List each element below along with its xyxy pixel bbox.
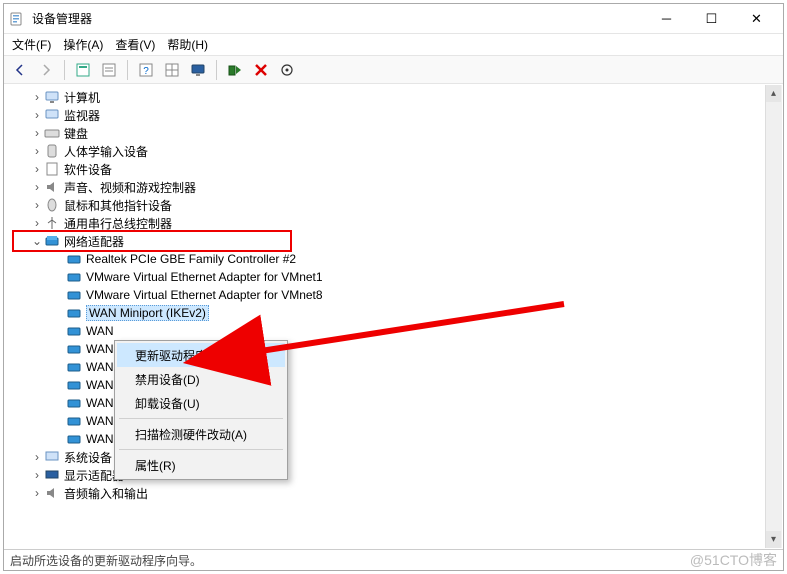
- nic-icon: [66, 377, 82, 393]
- tree-item-hid[interactable]: ›人体学输入设备: [4, 142, 783, 160]
- toolbar: ?: [4, 56, 783, 84]
- maximize-button[interactable]: ☐: [689, 5, 734, 33]
- close-button[interactable]: ✕: [734, 5, 779, 33]
- tree-item-sound[interactable]: ›声音、视频和游戏控制器: [4, 178, 783, 196]
- audio-icon: [44, 485, 60, 501]
- update-button[interactable]: [223, 58, 247, 82]
- nic-icon: [66, 341, 82, 357]
- svg-text:?: ?: [143, 66, 149, 77]
- tree-item-audio[interactable]: ›音频输入和输出: [4, 484, 783, 502]
- nic-icon: [66, 323, 82, 339]
- tree-item-computer[interactable]: ›计算机: [4, 88, 783, 106]
- usb-icon: [44, 215, 60, 231]
- monitor-button[interactable]: [186, 58, 210, 82]
- sound-icon: [44, 179, 60, 195]
- watermark: @51CTO博客: [690, 550, 777, 570]
- menu-help[interactable]: 帮助(H): [167, 36, 208, 53]
- tree-item-vmnet8[interactable]: VMware Virtual Ethernet Adapter for VMne…: [4, 286, 783, 304]
- context-separator: [119, 449, 283, 450]
- grid-button[interactable]: [160, 58, 184, 82]
- toolbar-separator: [216, 60, 217, 80]
- menubar: 文件(F) 操作(A) 查看(V) 帮助(H): [4, 34, 783, 56]
- display-icon: [44, 467, 60, 483]
- status-text: 启动所选设备的更新驱动程序向导。: [10, 552, 202, 569]
- tree-item-wan-ikev2[interactable]: WAN Miniport (IKEv2): [4, 304, 783, 322]
- status-bar: 启动所选设备的更新驱动程序向导。: [4, 550, 783, 570]
- tree-item-usb[interactable]: ›通用串行总线控制器: [4, 214, 783, 232]
- menu-view[interactable]: 查看(V): [115, 36, 155, 53]
- forward-button[interactable]: [34, 58, 58, 82]
- toolbar-separator: [127, 60, 128, 80]
- context-item-disable[interactable]: 禁用设备(D): [117, 367, 285, 391]
- system-icon: [44, 449, 60, 465]
- window-title: 设备管理器: [28, 10, 644, 27]
- tree-item-monitor[interactable]: ›监视器: [4, 106, 783, 124]
- context-separator: [119, 418, 283, 419]
- minimize-button[interactable]: ─: [644, 5, 689, 33]
- mouse-icon: [44, 197, 60, 213]
- nic-icon: [66, 287, 82, 303]
- scroll-up-button[interactable]: ▴: [766, 85, 781, 102]
- help-icon-button[interactable]: ?: [134, 58, 158, 82]
- context-item-properties[interactable]: 属性(R): [117, 453, 285, 477]
- client-area: ›计算机 ›监视器 ›键盘 ›人体学输入设备 ›软件设备 ›声音、视频和游戏控制…: [4, 84, 783, 550]
- nic-icon: [66, 305, 82, 321]
- context-item-update-driver[interactable]: 更新驱动程序(P): [117, 343, 285, 367]
- keyboard-icon: [44, 125, 60, 141]
- computer-icon: [44, 89, 60, 105]
- tree-item-keyboard[interactable]: ›键盘: [4, 124, 783, 142]
- vertical-scrollbar[interactable]: ▴ ▾: [765, 85, 782, 548]
- nic-icon: [66, 359, 82, 375]
- tree-item-network[interactable]: ⌄网络适配器: [4, 232, 783, 250]
- nic-icon: [66, 431, 82, 447]
- tree-item-mouse[interactable]: ›鼠标和其他指针设备: [4, 196, 783, 214]
- tree-item-vmnet1[interactable]: VMware Virtual Ethernet Adapter for VMne…: [4, 268, 783, 286]
- scan-button[interactable]: [275, 58, 299, 82]
- context-item-scan[interactable]: 扫描检测硬件改动(A): [117, 422, 285, 446]
- nic-icon: [66, 269, 82, 285]
- menu-file[interactable]: 文件(F): [12, 36, 51, 53]
- nic-icon: [66, 413, 82, 429]
- scroll-down-button[interactable]: ▾: [766, 531, 781, 548]
- nic-icon: [66, 251, 82, 267]
- app-icon: [8, 11, 24, 27]
- tree-item-wan1[interactable]: WAN: [4, 322, 783, 340]
- tree-item-realtek[interactable]: Realtek PCIe GBE Family Controller #2: [4, 250, 783, 268]
- nic-icon: [66, 395, 82, 411]
- monitor-icon: [44, 107, 60, 123]
- titlebar: 设备管理器 ─ ☐ ✕: [4, 4, 783, 34]
- context-item-uninstall[interactable]: 卸载设备(U): [117, 391, 285, 415]
- tree-item-software[interactable]: ›软件设备: [4, 160, 783, 178]
- toolbar-separator: [64, 60, 65, 80]
- detail-button[interactable]: [97, 58, 121, 82]
- uninstall-button[interactable]: [249, 58, 273, 82]
- device-manager-window: 设备管理器 ─ ☐ ✕ 文件(F) 操作(A) 查看(V) 帮助(H) ? ›计…: [3, 3, 784, 571]
- network-category-icon: [44, 233, 60, 249]
- menu-action[interactable]: 操作(A): [63, 36, 103, 53]
- back-button[interactable]: [8, 58, 32, 82]
- software-icon: [44, 161, 60, 177]
- properties-button[interactable]: [71, 58, 95, 82]
- hid-icon: [44, 143, 60, 159]
- context-menu: 更新驱动程序(P) 禁用设备(D) 卸载设备(U) 扫描检测硬件改动(A) 属性…: [114, 340, 288, 480]
